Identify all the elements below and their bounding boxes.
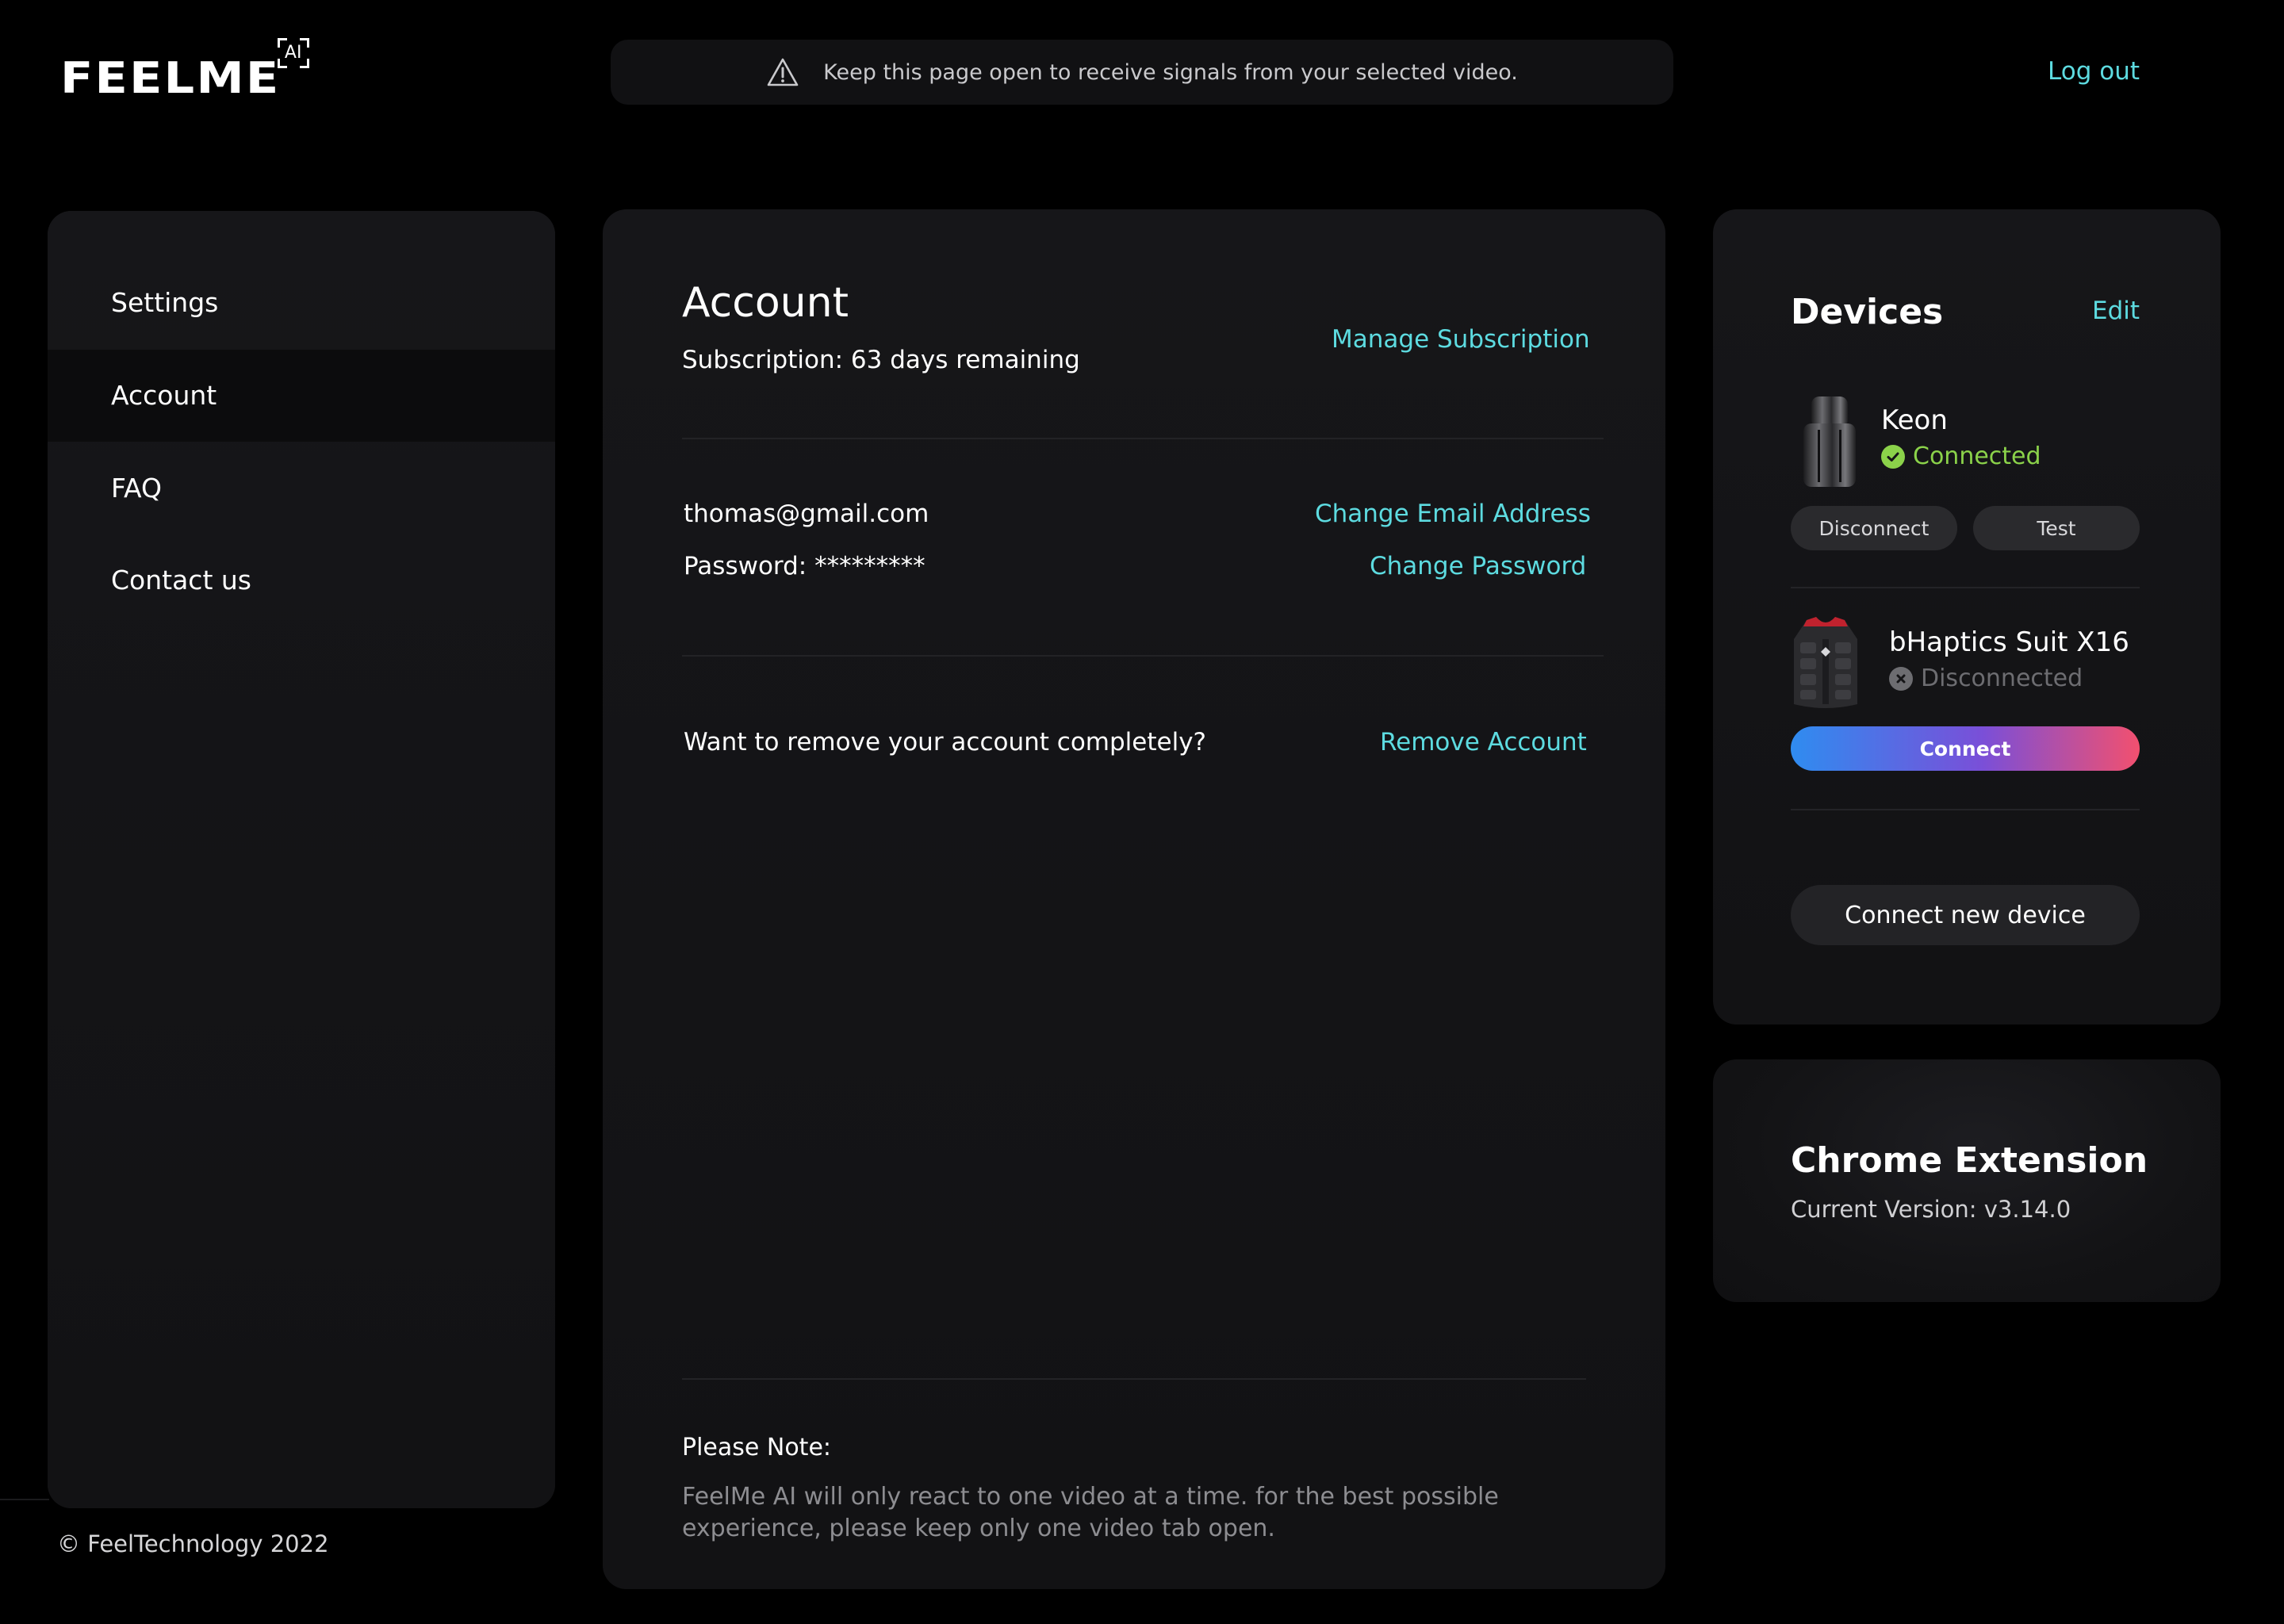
email-value: thomas@gmail.com bbox=[684, 500, 929, 528]
keon-status: Connected bbox=[1881, 442, 2041, 470]
page-title: Account bbox=[682, 279, 849, 327]
note-body: FeelMe AI will only react to one video a… bbox=[682, 1483, 1499, 1542]
bhaptics-status: Disconnected bbox=[1889, 665, 2083, 692]
logo-wordmark: FEELME bbox=[60, 53, 281, 103]
copyright-text: © FeelTechnology 2022 bbox=[57, 1530, 329, 1557]
sidebar-item-contact[interactable]: Contact us bbox=[48, 534, 555, 626]
bhaptics-device-name: bHaptics Suit X16 bbox=[1889, 626, 2129, 658]
chrome-extension-title: Chrome Extension bbox=[1791, 1140, 2148, 1181]
devices-title: Devices bbox=[1791, 292, 1944, 332]
keon-device-name: Keon bbox=[1881, 404, 1948, 436]
notice-banner: Keep this page open to receive signals f… bbox=[611, 40, 1673, 105]
section-divider bbox=[682, 1378, 1586, 1380]
footer-divider bbox=[0, 1499, 49, 1500]
edit-devices-link[interactable]: Edit bbox=[2092, 297, 2140, 325]
section-divider bbox=[682, 438, 1604, 439]
account-panel: Account Subscription: 63 days remaining … bbox=[603, 209, 1665, 1589]
x-circle-icon bbox=[1889, 666, 1913, 691]
note-title: Please Note: bbox=[682, 1434, 832, 1461]
sidebar-item-settings[interactable]: Settings bbox=[48, 257, 555, 349]
device-divider bbox=[1791, 587, 2140, 588]
chrome-extension-panel: Chrome Extension Current Version: v3.14.… bbox=[1713, 1059, 2221, 1302]
logout-link[interactable]: Log out bbox=[2048, 57, 2140, 86]
sidebar-item-faq[interactable]: FAQ bbox=[48, 442, 555, 534]
notice-text: Keep this page open to receive signals f… bbox=[823, 59, 1518, 85]
change-email-link[interactable]: Change Email Address bbox=[1315, 500, 1591, 528]
remove-account-prompt: Want to remove your account completely? bbox=[684, 728, 1206, 756]
bhaptics-suit-image bbox=[1794, 617, 1857, 708]
change-password-link[interactable]: Change Password bbox=[1370, 552, 1586, 580]
subscription-status: Subscription: 63 days remaining bbox=[682, 346, 1080, 374]
bhaptics-status-text: Disconnected bbox=[1921, 665, 2083, 692]
logo-ai-badge: AI bbox=[277, 38, 309, 68]
remove-account-link[interactable]: Remove Account bbox=[1380, 728, 1587, 756]
app-page: FEELME AI Keep this page open to receive… bbox=[0, 0, 2284, 1624]
disconnect-keon-button[interactable]: Disconnect bbox=[1791, 506, 1957, 550]
section-divider bbox=[682, 655, 1604, 657]
sidebar-item-account[interactable]: Account bbox=[48, 350, 555, 442]
feelme-logo[interactable]: FEELME AI bbox=[60, 38, 309, 100]
connect-bhaptics-button[interactable]: Connect bbox=[1791, 726, 2140, 771]
warning-triangle-icon bbox=[767, 58, 799, 86]
connect-new-device-button[interactable]: Connect new device bbox=[1791, 885, 2140, 945]
manage-subscription-link[interactable]: Manage Subscription bbox=[1332, 325, 1590, 354]
sidebar-nav: Settings Account FAQ Contact us bbox=[48, 211, 555, 1508]
keon-device-image bbox=[1803, 396, 1856, 487]
extension-version: Current Version: v3.14.0 bbox=[1791, 1196, 2071, 1223]
device-divider bbox=[1791, 809, 2140, 810]
devices-panel: Devices Edit Keon Connected Disconnect T… bbox=[1713, 209, 2221, 1025]
test-keon-button[interactable]: Test bbox=[1973, 506, 2140, 550]
password-value: Password: ********* bbox=[684, 552, 925, 580]
keon-status-text: Connected bbox=[1913, 442, 2041, 470]
check-circle-icon bbox=[1881, 444, 1905, 469]
